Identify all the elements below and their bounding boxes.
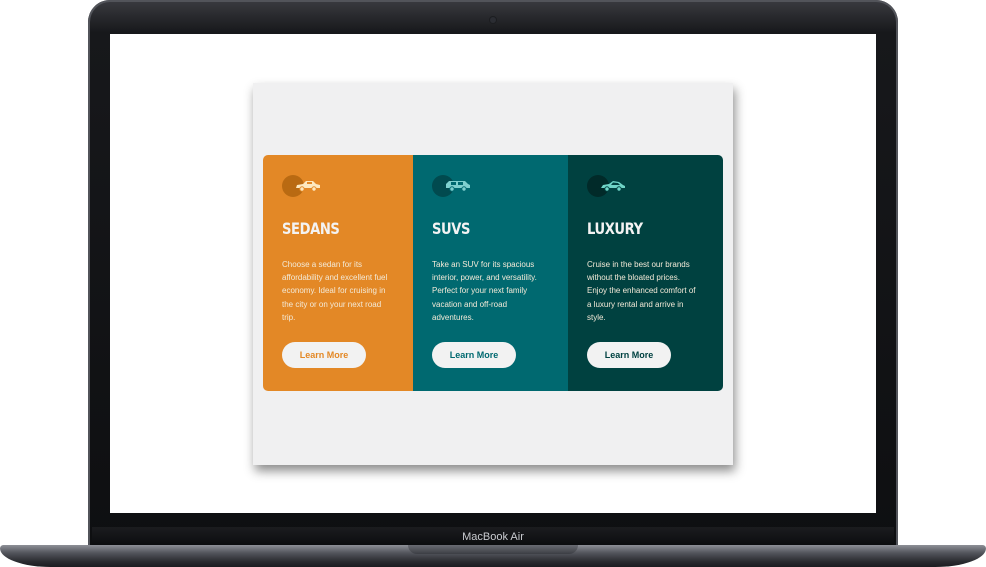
cards-container: SEDANS Choose a sedan for its affordabil…: [263, 155, 723, 391]
sedan-car-icon: [282, 175, 332, 197]
laptop-screen: SEDANS Choose a sedan for its affordabil…: [110, 34, 876, 513]
page: SEDANS Choose a sedan for its affordabil…: [253, 83, 733, 465]
card-title: LUXURY: [587, 219, 643, 238]
learn-more-button-suvs[interactable]: Learn More: [432, 342, 516, 368]
card-title: SUVS: [432, 219, 471, 238]
card-description: Cruise in the best our brands without th…: [587, 260, 696, 322]
suv-car-icon: [432, 175, 482, 197]
card-luxury: LUXURY Cruise in the best our brands wit…: [568, 155, 723, 391]
learn-more-button-sedans[interactable]: Learn More: [282, 342, 366, 368]
device-label: MacBook Air: [92, 527, 894, 545]
card-description: Choose a sedan for its affordability and…: [282, 260, 388, 322]
card-title: SEDANS: [282, 219, 340, 238]
learn-more-button-luxury[interactable]: Learn More: [587, 342, 671, 368]
card-description: Take an SUV for its spacious interior, p…: [432, 260, 537, 322]
card-sedans: SEDANS Choose a sedan for its affordabil…: [263, 155, 413, 391]
laptop-hinge-notch: [408, 545, 578, 554]
webcam-icon: [490, 17, 496, 23]
card-suvs: SUVS Take an SUV for its spacious interi…: [413, 155, 568, 391]
luxury-car-icon: [587, 175, 637, 197]
